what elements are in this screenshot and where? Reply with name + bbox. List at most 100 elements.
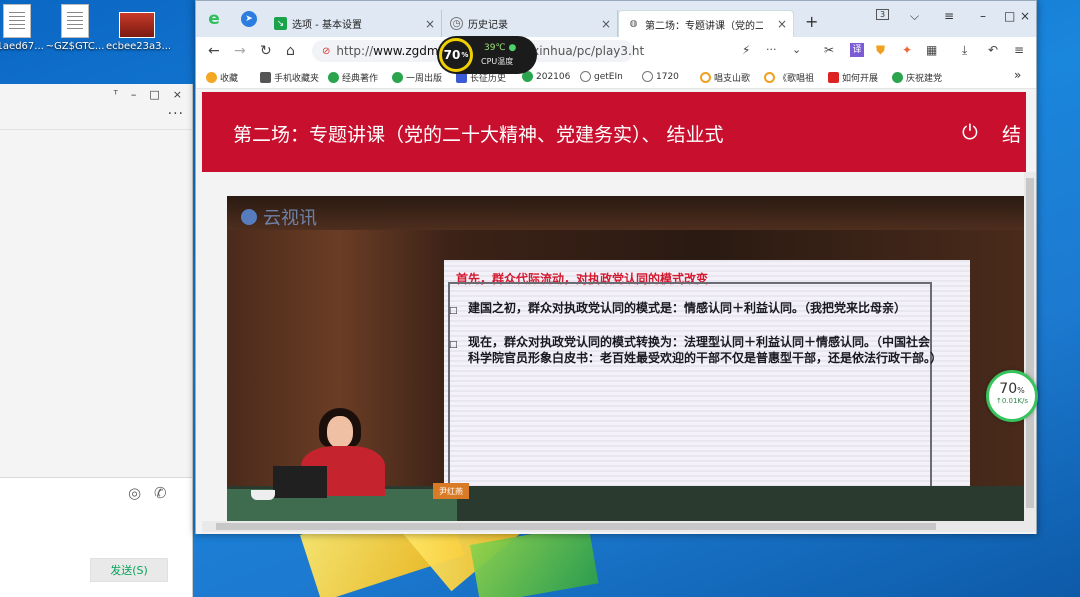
bookmark-item[interactable]: 《歌唱祖 bbox=[764, 71, 814, 84]
video-watermark: 云视讯 bbox=[241, 204, 317, 230]
bookmark-item[interactable]: 1720 bbox=[642, 71, 679, 82]
home-icon[interactable]: ⌂ bbox=[286, 43, 295, 59]
translate-icon[interactable]: 译 bbox=[850, 43, 864, 57]
maximize-button[interactable]: □ bbox=[149, 88, 159, 101]
bookmark-label: 《歌唱祖 bbox=[778, 74, 815, 84]
wechat-icon bbox=[892, 72, 903, 83]
tab-label: 选项 - 基本设置 bbox=[292, 20, 362, 31]
more-options-icon[interactable]: ··· bbox=[168, 106, 184, 122]
url-prefix: http:// bbox=[336, 44, 374, 58]
cut-icon[interactable]: ✂ bbox=[824, 43, 834, 57]
bookmark-item[interactable]: 手机收藏夹 bbox=[260, 71, 319, 84]
gauge-percent-unit: % bbox=[1017, 386, 1025, 395]
back-icon[interactable]: ← bbox=[208, 43, 220, 59]
download-icon[interactable]: ⤓ bbox=[962, 43, 967, 58]
desktop-icon-label: ecbee23a3... bbox=[106, 41, 172, 52]
globe-icon: ◍ bbox=[629, 19, 638, 29]
document-icon bbox=[61, 4, 89, 38]
bookmark-item[interactable]: 庆祝建党 bbox=[892, 71, 942, 84]
menu-icon[interactable]: ≡ bbox=[944, 9, 954, 23]
cpu-temperature-widget[interactable]: 70% 39℃ ● CPU温度 bbox=[437, 36, 537, 74]
cpu-temperature: 39℃ ● bbox=[484, 43, 516, 53]
undo-icon[interactable]: ↶ bbox=[988, 43, 998, 57]
send-button[interactable]: 发送(S) bbox=[90, 558, 168, 582]
scrollbar-thumb[interactable] bbox=[216, 523, 936, 530]
horizontal-scrollbar[interactable] bbox=[202, 521, 1024, 532]
tab-history[interactable]: ◷ 历史记录 × bbox=[442, 10, 618, 37]
star-icon bbox=[206, 72, 217, 83]
scrollbar-thumb[interactable] bbox=[1026, 178, 1034, 508]
cpu-temperature-label: CPU温度 bbox=[481, 57, 514, 66]
bookmark-item[interactable]: 经典著作 bbox=[328, 71, 378, 84]
search-icon bbox=[700, 72, 711, 83]
slide-bullet: □ 现在，群众对执政党认同的模式转换为：法理型认同＋利益认同＋情感认同。（中国社… bbox=[449, 334, 942, 366]
tab-current[interactable]: ◍ 第二场：专题讲课（党的二 × bbox=[618, 10, 794, 37]
wechat-icon bbox=[392, 72, 403, 83]
pin-button[interactable]: ᵀ bbox=[114, 88, 118, 101]
game-icon[interactable]: ✦ bbox=[902, 43, 912, 57]
browser-logo-icon[interactable]: e bbox=[204, 9, 224, 29]
new-tab-button[interactable]: + bbox=[805, 12, 818, 31]
close-tab-icon[interactable]: × bbox=[777, 17, 787, 31]
wechat-icon bbox=[328, 72, 339, 83]
video-player[interactable]: 云视讯 首先，群众代际流动，对执政党认同的模式改变 □ 建国之初，群众对执政党认… bbox=[227, 196, 1027, 522]
watermark-text: 云视讯 bbox=[263, 208, 317, 229]
laptop bbox=[273, 466, 327, 498]
minimize-button[interactable]: – bbox=[131, 88, 137, 101]
network-speed-widget[interactable]: 70% ↑0.01K/s bbox=[986, 370, 1038, 422]
bookmark-item[interactable]: 一周出版 bbox=[392, 71, 442, 84]
bookmark-item[interactable]: 如何开展 bbox=[828, 71, 878, 84]
video-ceiling bbox=[227, 196, 1027, 230]
desktop-file-icon[interactable]: ~GZ$GTC... bbox=[44, 4, 106, 52]
exit-label[interactable]: 结 bbox=[1002, 120, 1021, 147]
vertical-scrollbar[interactable] bbox=[1024, 172, 1036, 532]
tab-options[interactable]: ↘ 选项 - 基本设置 × bbox=[266, 10, 442, 37]
gauge-percent: 70 bbox=[999, 381, 1018, 397]
bookmark-label: 庆祝建党 bbox=[906, 74, 943, 84]
forward-icon[interactable]: → bbox=[234, 43, 246, 59]
page-content: 第二场：专题讲课（党的二十大精神、党建务实）、 结业式 ⏻ 结 云视讯 首先，群… bbox=[196, 89, 1036, 534]
bookmark-item[interactable]: 收藏 bbox=[206, 71, 238, 84]
lightning-icon[interactable]: ⚡ bbox=[742, 43, 750, 57]
bookmarks-more-button[interactable]: » bbox=[1014, 68, 1021, 82]
cpu-usage-ring: 70% bbox=[439, 38, 473, 72]
close-button[interactable]: × bbox=[173, 88, 182, 101]
dropdown-icon[interactable]: ⌄ bbox=[792, 43, 801, 56]
tab-label: 历史记录 bbox=[468, 20, 508, 31]
bookmark-item[interactable]: 唱支山歌 bbox=[700, 71, 750, 84]
more-icon[interactable]: ··· bbox=[766, 43, 777, 56]
bookmark-item[interactable]: 202106 bbox=[522, 71, 570, 82]
bookmark-item[interactable]: getEIn bbox=[580, 71, 623, 82]
apps-icon[interactable]: ▦ bbox=[926, 43, 937, 57]
reload-icon[interactable]: ↻ bbox=[260, 43, 272, 59]
send-icon[interactable]: ➤ bbox=[241, 11, 257, 27]
skin-icon[interactable]: ⌵ bbox=[910, 9, 919, 24]
document-icon bbox=[3, 4, 31, 38]
phone-icon bbox=[260, 72, 271, 83]
desktop-file-icon[interactable]: 91aed67... bbox=[0, 4, 48, 52]
close-button[interactable]: × bbox=[1020, 9, 1030, 23]
bookmark-label: 收藏 bbox=[220, 74, 239, 84]
bookmark-label: 唱支山歌 bbox=[714, 74, 751, 84]
screenshot-icon[interactable]: ◎ bbox=[128, 484, 141, 502]
bookmark-label: 手机收藏夹 bbox=[274, 74, 320, 84]
settings-tab-icon: ↘ bbox=[274, 17, 287, 30]
menu-icon[interactable]: ≡ bbox=[1014, 43, 1024, 57]
call-icon[interactable]: ✆ bbox=[154, 484, 167, 502]
desktop-icon-label: 91aed67... bbox=[0, 41, 44, 52]
desktop-file-icon[interactable]: ecbee23a3... bbox=[106, 4, 172, 52]
bookmark-label: 经典著作 bbox=[342, 74, 379, 84]
maximize-button[interactable]: □ bbox=[1004, 9, 1015, 23]
close-tab-icon[interactable]: × bbox=[425, 17, 435, 31]
tab-count-icon[interactable]: 3 bbox=[876, 9, 890, 20]
navigation-bar: ← → ↻ ⌂ ⊘ http://www.zgdmcbrc.com:8090/x… bbox=[196, 37, 1036, 65]
slide-bullet: □ 建国之初，群众对执政党认同的模式是：情感认同＋利益认同。（我把党来比母亲） bbox=[449, 300, 938, 316]
close-tab-icon[interactable]: × bbox=[601, 17, 611, 31]
projector-screen: 首先，群众代际流动，对执政党认同的模式改变 □ 建国之初，群众对执政党认同的模式… bbox=[444, 260, 970, 522]
page-banner: 第二场：专题讲课（党的二十大精神、党建务实）、 结业式 ⏻ 结 bbox=[202, 92, 1026, 172]
divider bbox=[0, 477, 192, 478]
site-icon bbox=[828, 72, 839, 83]
power-icon[interactable]: ⏻ bbox=[962, 120, 978, 144]
shield-icon[interactable]: ⛊ bbox=[876, 43, 885, 58]
minimize-button[interactable]: – bbox=[980, 9, 986, 23]
